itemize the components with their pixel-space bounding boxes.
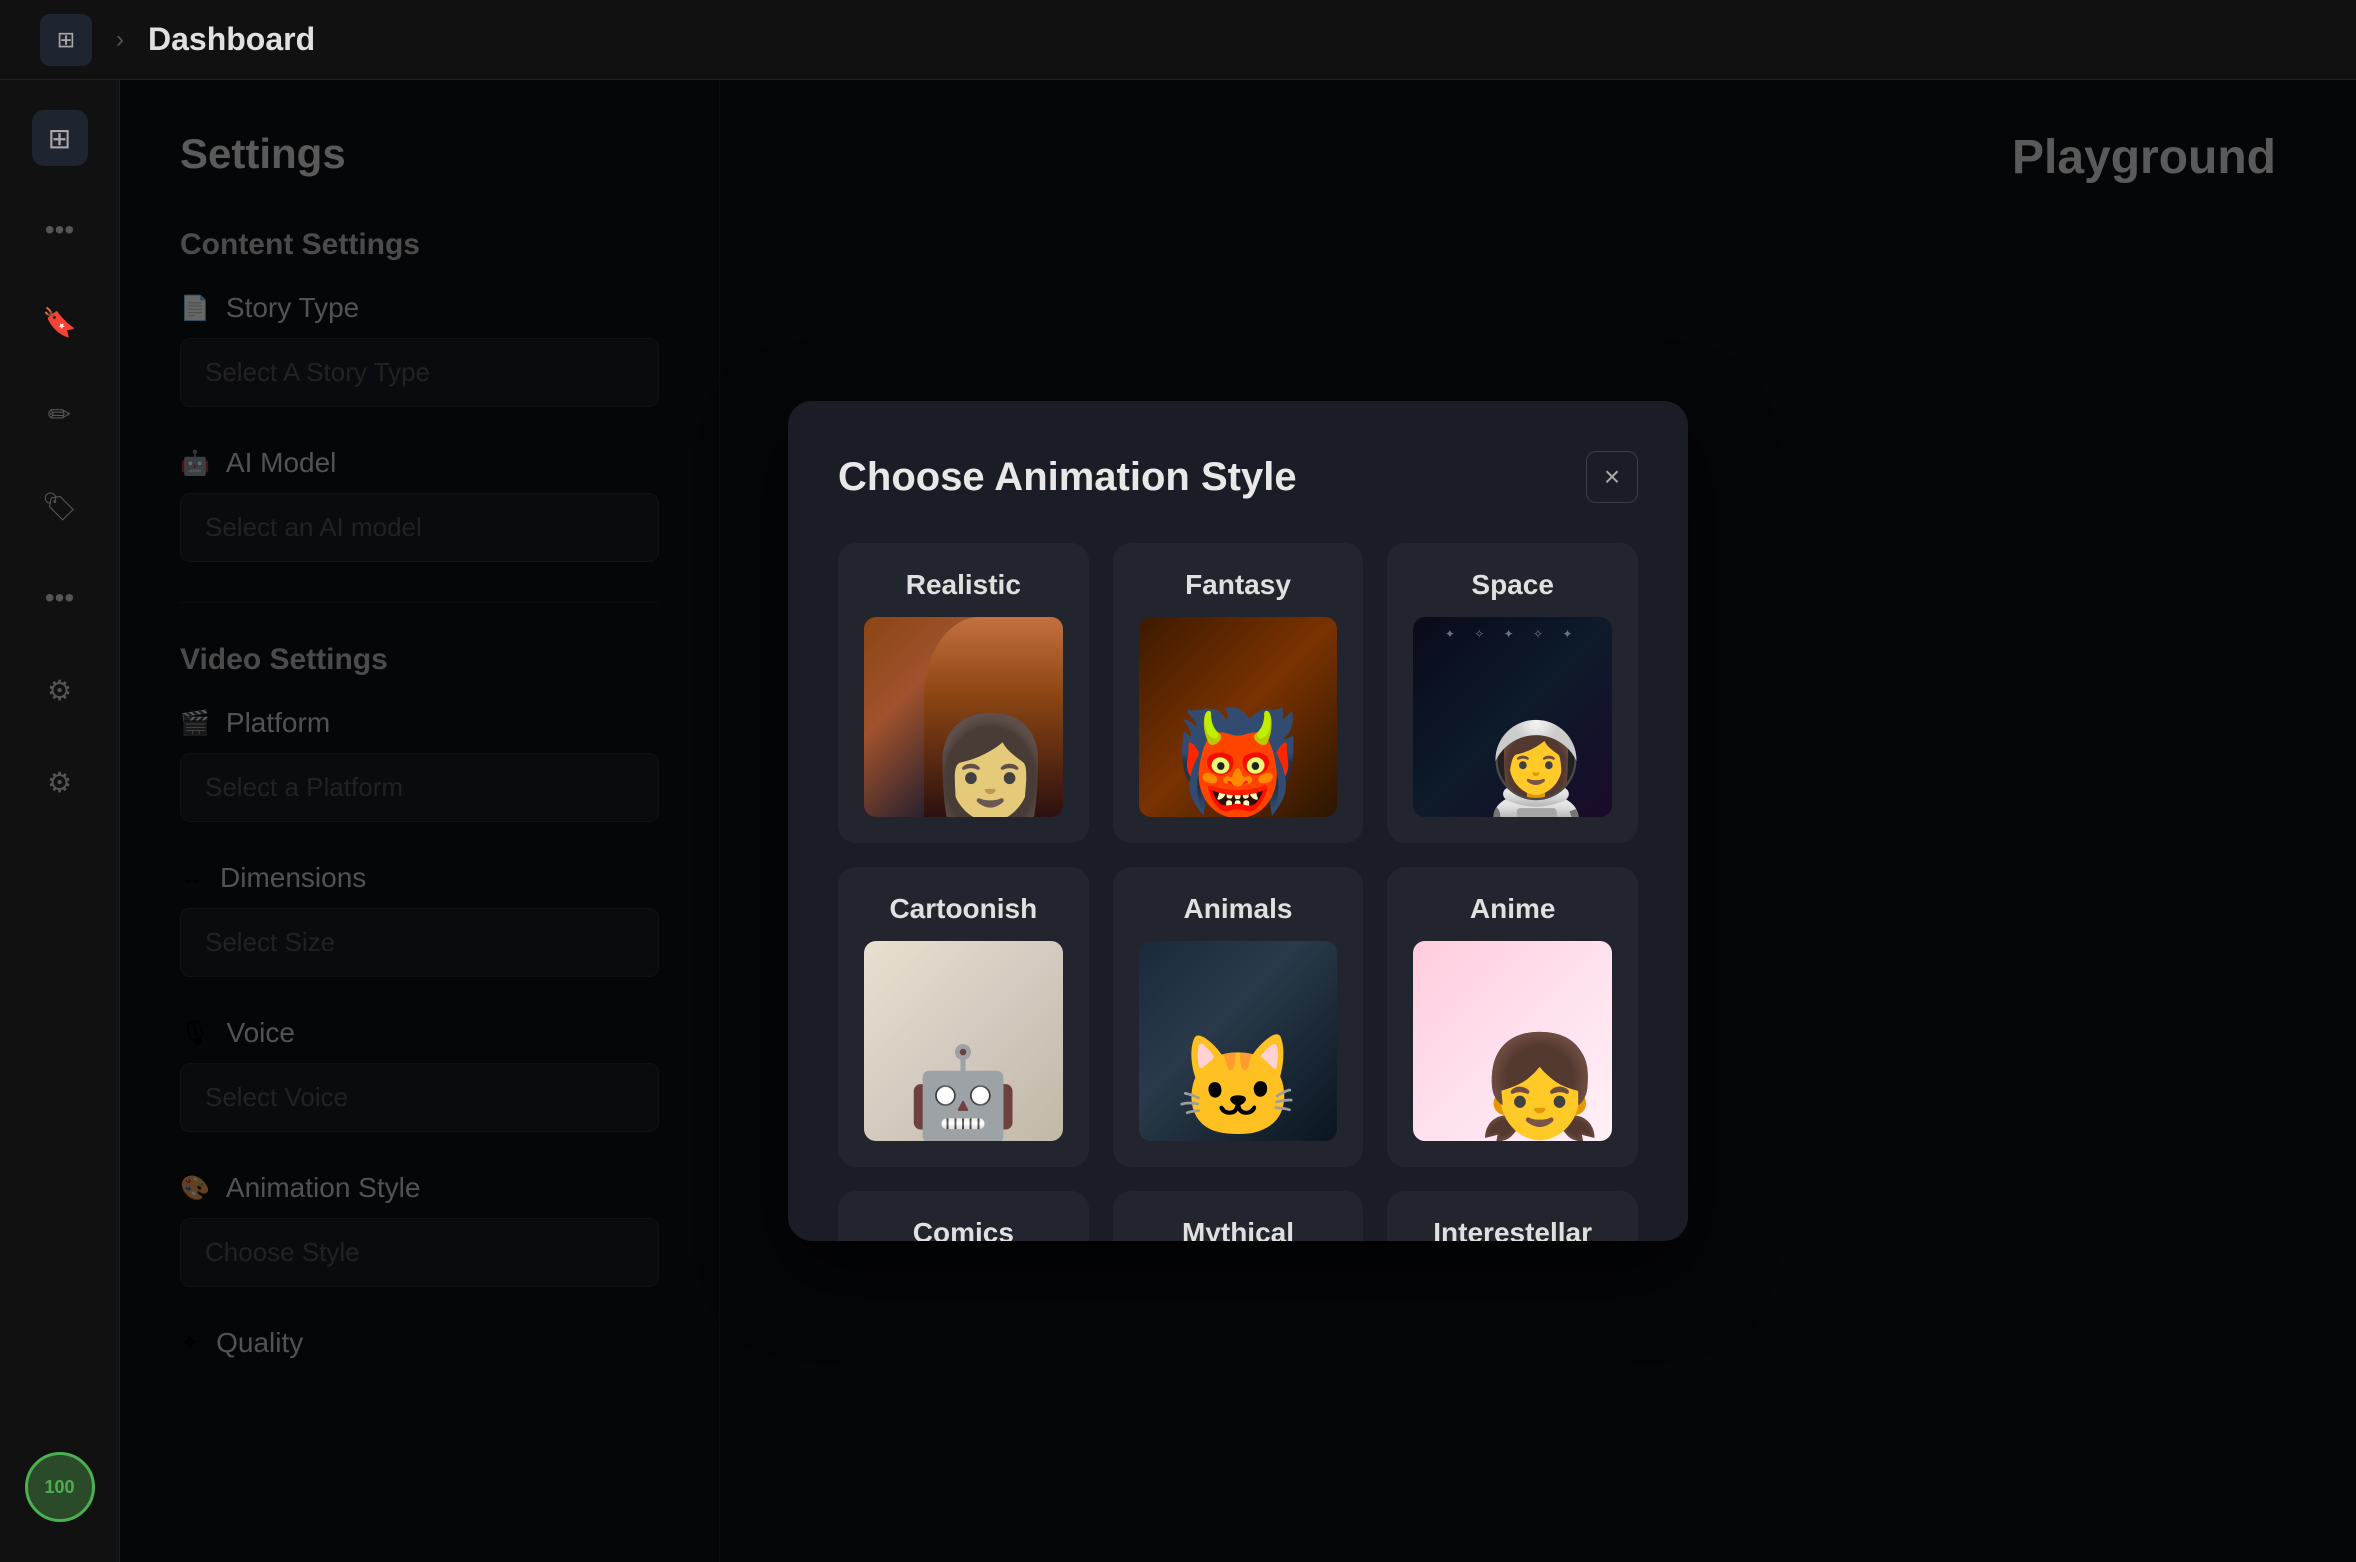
sidebar-item-edit[interactable]: ✏ <box>32 386 88 442</box>
style-card-interestellar[interactable]: Interestellar <box>1387 1191 1638 1241</box>
style-card-space-image <box>1413 617 1612 817</box>
sidebar-item-bookmark[interactable]: 🔖 <box>32 294 88 350</box>
style-card-cartoonish-image <box>864 941 1063 1141</box>
style-card-realistic-image <box>864 617 1063 817</box>
sidebar-item-settings[interactable]: ⚙ <box>32 754 88 810</box>
style-grid: Realistic Fantasy Space Cartoonish <box>838 543 1638 1241</box>
animation-style-modal: Choose Animation Style × Realistic Fanta… <box>788 401 1688 1241</box>
style-card-anime-image <box>1413 941 1612 1141</box>
style-card-anime[interactable]: Anime <box>1387 867 1638 1167</box>
style-card-realistic-title: Realistic <box>864 569 1063 601</box>
main-area: Settings Content Settings 📄 Story Type S… <box>120 80 2356 1562</box>
style-card-animals[interactable]: Animals <box>1113 867 1364 1167</box>
page-title: Dashboard <box>148 21 315 58</box>
modal-header: Choose Animation Style × <box>838 451 1638 503</box>
breadcrumb-chevron: › <box>116 26 124 54</box>
style-card-comics-title: Comics <box>864 1217 1063 1241</box>
style-card-realistic[interactable]: Realistic <box>838 543 1089 843</box>
topbar: ⊞ › Dashboard <box>0 0 2356 80</box>
style-card-mythical-title: Mythical <box>1139 1217 1338 1241</box>
modal-overlay[interactable]: Choose Animation Style × Realistic Fanta… <box>120 80 2356 1562</box>
sidebar-item-tag[interactable]: 🏷 <box>32 478 88 534</box>
sidebar-item-gear[interactable]: ⚙ <box>32 662 88 718</box>
style-card-cartoonish-title: Cartoonish <box>864 893 1063 925</box>
sidebar: ⊞ ••• 🔖 ✏ 🏷 ••• ⚙ ⚙ 100 <box>0 80 120 1562</box>
sidebar-item-dots2[interactable]: ••• <box>32 570 88 626</box>
sidebar-toggle-icon[interactable]: ⊞ <box>40 14 92 66</box>
style-card-animals-image <box>1139 941 1338 1141</box>
style-card-interestellar-title: Interestellar <box>1413 1217 1612 1241</box>
style-card-cartoonish[interactable]: Cartoonish <box>838 867 1089 1167</box>
style-card-comics[interactable]: Comics <box>838 1191 1089 1241</box>
style-card-space-title: Space <box>1413 569 1612 601</box>
style-card-fantasy[interactable]: Fantasy <box>1113 543 1364 843</box>
style-card-mythical[interactable]: Mythical <box>1113 1191 1364 1241</box>
style-card-space[interactable]: Space <box>1387 543 1638 843</box>
modal-close-button[interactable]: × <box>1586 451 1638 503</box>
sidebar-item-dots[interactable]: ••• <box>32 202 88 258</box>
style-card-fantasy-image <box>1139 617 1338 817</box>
style-card-animals-title: Animals <box>1139 893 1338 925</box>
avatar[interactable]: 100 <box>25 1452 95 1522</box>
modal-title: Choose Animation Style <box>838 455 1297 500</box>
sidebar-item-grid[interactable]: ⊞ <box>32 110 88 166</box>
style-card-anime-title: Anime <box>1413 893 1612 925</box>
style-card-fantasy-title: Fantasy <box>1139 569 1338 601</box>
